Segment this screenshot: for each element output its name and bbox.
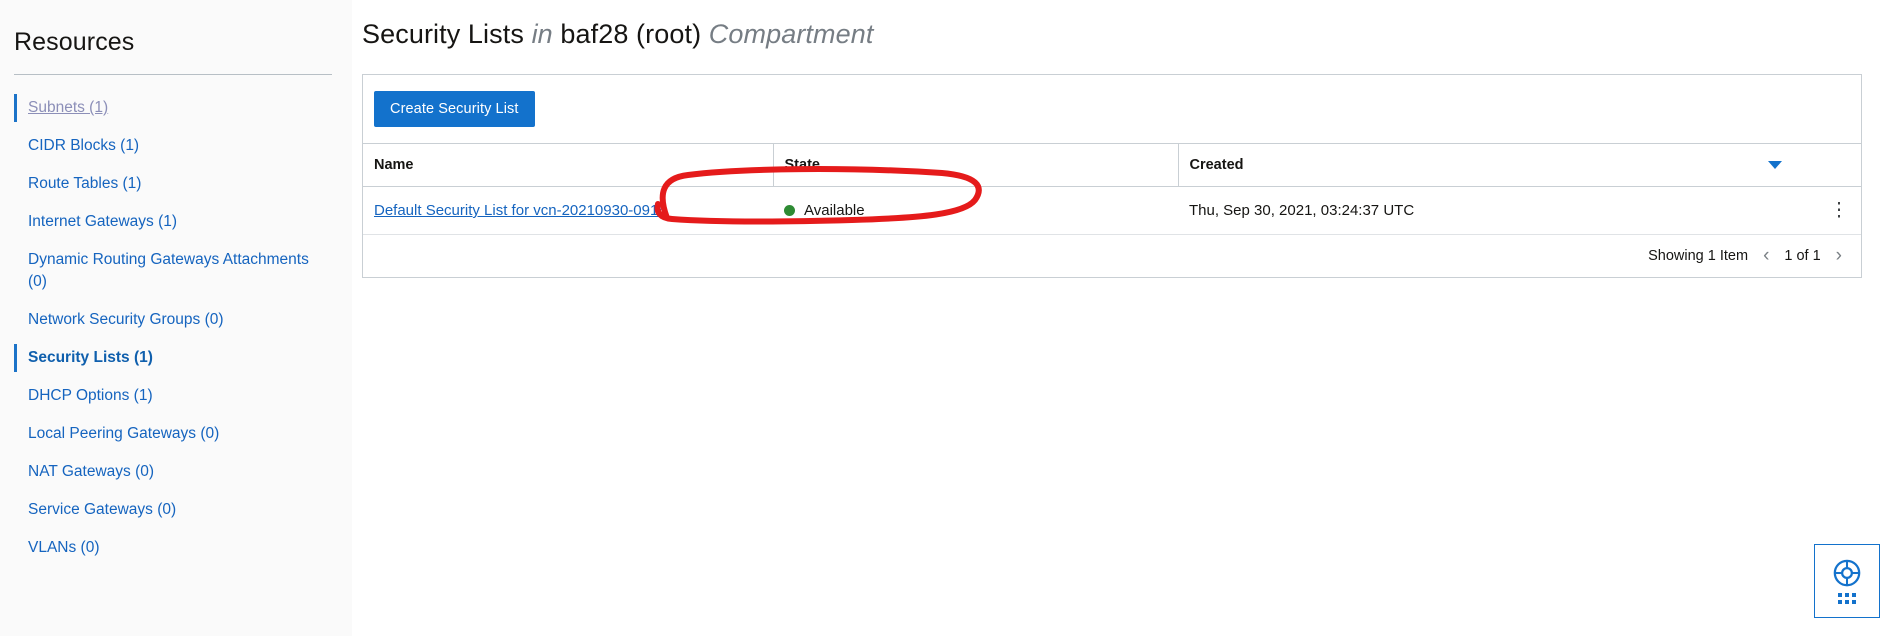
resource-nav-list: Subnets (1) CIDR Blocks (1) Route Tables…	[0, 75, 352, 567]
table-pagination: Showing 1 Item ‹ 1 of 1 ›	[363, 235, 1861, 277]
sidebar-item-network-security-groups[interactable]: Network Security Groups (0)	[0, 301, 330, 339]
status-label: Available	[804, 202, 865, 219]
column-header-name[interactable]: Name	[363, 143, 774, 187]
table-header-row: Name State Created	[363, 143, 1861, 187]
sidebar-item-label: Internet Gateways (1)	[28, 213, 178, 230]
status-dot-icon	[784, 205, 795, 216]
panel-toolbar: Create Security List	[363, 75, 1861, 143]
drag-grip-dots-icon[interactable]	[1838, 593, 1856, 604]
sidebar-item-vlans[interactable]: VLANs (0)	[0, 529, 330, 567]
status-badge: Available	[784, 202, 1166, 219]
sidebar-item-route-tables[interactable]: Route Tables (1)	[0, 165, 330, 203]
kebab-menu-icon[interactable]: ⋮	[1829, 201, 1849, 220]
sidebar-item-internet-gateways[interactable]: Internet Gateways (1)	[0, 203, 330, 241]
page-title-compartment-word: Compartment	[708, 19, 874, 49]
column-header-actions	[1818, 143, 1861, 187]
cell-state: Available	[773, 186, 1178, 235]
sidebar-title: Resources	[14, 28, 135, 56]
sidebar-item-label: Security Lists (1)	[28, 349, 153, 366]
help-support-widget[interactable]	[1814, 544, 1880, 618]
cell-name: Default Security List for vcn-20210930-0…	[363, 186, 773, 235]
chevron-left-icon[interactable]: ‹	[1760, 246, 1772, 265]
column-header-created-label: Created	[1189, 157, 1244, 173]
active-indicator-bar	[14, 344, 17, 372]
active-indicator-bar	[14, 246, 17, 296]
sidebar-bottom-mask	[0, 626, 352, 636]
sidebar-item-cidr-blocks[interactable]: CIDR Blocks (1)	[0, 127, 330, 165]
active-indicator-bar	[14, 306, 17, 334]
security-lists-page: Resources Subnets (1) CIDR Blocks (1) Ro…	[0, 0, 1892, 636]
column-header-created[interactable]: Created	[1178, 143, 1818, 187]
page-title-in-word: in	[531, 19, 553, 49]
sidebar-item-label: VLANs (0)	[28, 539, 100, 556]
sidebar-item-label: Network Security Groups (0)	[28, 311, 224, 328]
sidebar-item-label: CIDR Blocks (1)	[28, 137, 140, 154]
main-content: Security Lists in baf28 (root) Compartme…	[352, 0, 1892, 636]
security-lists-panel: Create Security List Name State Created	[362, 74, 1862, 278]
sidebar-item-label: Service Gateways (0)	[28, 501, 177, 518]
cell-created: Thu, Sep 30, 2021, 03:24:37 UTC	[1178, 186, 1818, 235]
active-indicator-bar	[14, 534, 17, 562]
page-title-resource: Security Lists	[362, 19, 524, 49]
active-indicator-bar	[14, 458, 17, 486]
page-title: Security Lists in baf28 (root) Compartme…	[352, 0, 1892, 50]
sidebar-item-service-gateways[interactable]: Service Gateways (0)	[0, 491, 330, 529]
sidebar-item-dhcp-options[interactable]: DHCP Options (1)	[0, 377, 330, 415]
sidebar-item-security-lists[interactable]: Security Lists (1)	[0, 339, 330, 377]
resources-sidebar: Resources Subnets (1) CIDR Blocks (1) Ro…	[0, 0, 352, 636]
sidebar-item-subnets[interactable]: Subnets (1)	[0, 89, 330, 127]
showing-count-label: Showing 1 Item	[1648, 248, 1749, 264]
active-indicator-bar	[14, 170, 17, 198]
sidebar-item-label: NAT Gateways (0)	[28, 463, 155, 480]
sidebar-item-label: Dynamic Routing Gateways Attachments (0)	[28, 251, 309, 290]
active-indicator-bar	[14, 496, 17, 524]
sidebar-item-label: DHCP Options (1)	[28, 387, 153, 404]
security-lists-table: Name State Created Default Security List…	[363, 143, 1861, 235]
chevron-right-icon[interactable]: ›	[1833, 246, 1845, 265]
table-row: Default Security List for vcn-20210930-0…	[363, 186, 1861, 235]
sidebar-item-dynamic-routing-gateways-attachments[interactable]: Dynamic Routing Gateways Attachments (0)	[0, 241, 330, 301]
create-security-list-button[interactable]: Create Security List	[374, 91, 535, 127]
sidebar-item-local-peering-gateways[interactable]: Local Peering Gateways (0)	[0, 415, 330, 453]
table-head: Name State Created	[363, 143, 1861, 187]
active-indicator-bar	[14, 420, 17, 448]
active-indicator-bar	[14, 382, 17, 410]
sidebar-item-label: Subnets (1)	[28, 99, 109, 116]
sidebar-item-label: Route Tables (1)	[28, 175, 142, 192]
active-indicator-bar	[14, 94, 17, 122]
active-indicator-bar	[14, 208, 17, 236]
page-indicator: 1 of 1	[1784, 248, 1821, 264]
sort-descending-caret-icon[interactable]	[1768, 161, 1782, 169]
column-header-state[interactable]: State	[773, 143, 1179, 187]
table-body: Default Security List for vcn-20210930-0…	[363, 186, 1861, 235]
cell-actions: ⋮	[1818, 186, 1861, 235]
sidebar-item-label: Local Peering Gateways (0)	[28, 425, 220, 442]
active-indicator-bar	[14, 132, 17, 160]
security-list-link[interactable]: Default Security List for vcn-20210930-0…	[374, 202, 667, 219]
page-title-compartment-name: baf28 (root)	[560, 19, 702, 49]
sidebar-item-nat-gateways[interactable]: NAT Gateways (0)	[0, 453, 330, 491]
life-preserver-icon	[1833, 559, 1861, 587]
